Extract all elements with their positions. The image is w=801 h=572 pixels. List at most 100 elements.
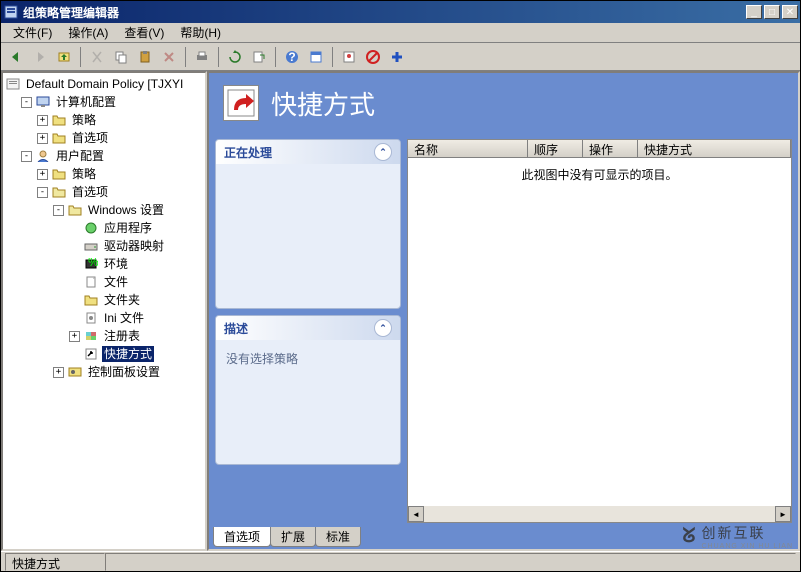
status-bar: 快捷方式 <box>1 551 800 571</box>
expander-icon[interactable]: - <box>21 151 32 162</box>
description-header[interactable]: 描述 ⌃ <box>216 316 400 340</box>
application-icon <box>83 221 99 235</box>
tree-policies[interactable]: +策略 <box>37 165 203 183</box>
status-spacer <box>105 553 796 571</box>
control-panel-icon <box>67 365 83 379</box>
file-icon <box>83 275 99 289</box>
refresh-button[interactable] <box>224 46 246 68</box>
processing-header[interactable]: 正在处理 ⌃ <box>216 140 400 164</box>
tree-ini-files[interactable]: Ini 文件 <box>69 309 203 327</box>
policy-icon <box>5 77 21 91</box>
minimize-button[interactable]: _ <box>746 5 762 19</box>
folder-icon <box>51 167 67 181</box>
maximize-button[interactable]: □ <box>764 5 780 19</box>
watermark-brand: 创新互联 <box>701 525 765 541</box>
tab-preferences[interactable]: 首选项 <box>213 527 271 547</box>
add-button[interactable] <box>386 46 408 68</box>
expander-icon[interactable]: + <box>37 115 48 126</box>
tree-root[interactable]: Default Domain Policy [TJXYI <box>5 75 203 93</box>
up-button[interactable] <box>53 46 75 68</box>
col-shortcut[interactable]: 快捷方式 <box>638 140 791 157</box>
folder-open-icon <box>51 185 67 199</box>
tree-registry[interactable]: +注册表 <box>69 327 203 345</box>
expander-icon[interactable]: + <box>53 367 64 378</box>
stop-button[interactable] <box>362 46 384 68</box>
processing-body <box>216 164 400 184</box>
copy-button[interactable] <box>110 46 132 68</box>
col-name[interactable]: 名称 <box>408 140 528 157</box>
tree-applications[interactable]: 应用程序 <box>69 219 203 237</box>
close-button[interactable]: ✕ <box>782 5 798 19</box>
scroll-track[interactable] <box>424 506 775 522</box>
toolbar-separator <box>332 47 333 67</box>
window-title: 组策略管理编辑器 <box>23 4 746 21</box>
watermark: ᘜ 创新互联 CHUANG XIN HU LIAN <box>683 523 793 550</box>
expander-icon[interactable]: - <box>21 97 32 108</box>
icon-button[interactable] <box>338 46 360 68</box>
toolbar-separator <box>185 47 186 67</box>
col-order[interactable]: 顺序 <box>528 140 583 157</box>
tree-panel[interactable]: Default Domain Policy [TJXYI - 计算机配置 +策略 <box>1 71 207 551</box>
watermark-logo-icon: ᘜ <box>683 525 696 548</box>
content-title: 快捷方式 <box>271 85 375 122</box>
description-body: 没有选择策略 <box>216 340 400 377</box>
menu-help[interactable]: 帮助(H) <box>172 22 229 43</box>
computer-icon <box>35 95 51 109</box>
description-card: 描述 ⌃ 没有选择策略 <box>215 315 401 465</box>
tree-preferences[interactable]: -首选项 <box>37 183 203 201</box>
empty-message: 此视图中没有可显示的项目。 <box>521 168 677 182</box>
tree-user-config[interactable]: - 用户配置 <box>21 147 203 165</box>
tree-control-panel[interactable]: +控制面板设置 <box>53 363 203 381</box>
status-text: 快捷方式 <box>5 553 105 571</box>
forward-button[interactable] <box>29 46 51 68</box>
list-header: 名称 顺序 操作 快捷方式 <box>408 140 791 158</box>
tree-shortcuts[interactable]: 快捷方式 <box>69 345 203 363</box>
col-action[interactable]: 操作 <box>583 140 638 157</box>
folder-icon <box>83 293 99 307</box>
cut-button[interactable] <box>86 46 108 68</box>
chevron-up-icon[interactable]: ⌃ <box>374 143 392 161</box>
paste-button[interactable] <box>134 46 156 68</box>
tree-files[interactable]: 文件 <box>69 273 203 291</box>
menu-action[interactable]: 操作(A) <box>60 22 116 43</box>
task-pane: 正在处理 ⌃ 描述 ⌃ 没有选择策略 <box>215 139 401 523</box>
user-icon <box>35 149 51 163</box>
menu-file[interactable]: 文件(F) <box>5 22 60 43</box>
expander-icon[interactable]: + <box>37 169 48 180</box>
tree-windows-settings[interactable]: -Windows 设置 <box>53 201 203 219</box>
content-header: 快捷方式 <box>209 73 798 133</box>
content-panel: 快捷方式 正在处理 ⌃ 描述 ⌃ <box>207 71 800 551</box>
menu-bar: 文件(F) 操作(A) 查看(V) 帮助(H) <box>1 23 800 43</box>
list-view[interactable]: 名称 顺序 操作 快捷方式 此视图中没有可显示的项目。 ◄ ► <box>407 139 792 523</box>
list-body[interactable]: 此视图中没有可显示的项目。 <box>408 158 791 506</box>
folder-icon <box>51 131 67 145</box>
tab-standard[interactable]: 标准 <box>315 527 361 547</box>
tab-extended[interactable]: 扩展 <box>270 527 316 547</box>
expander-icon[interactable]: + <box>37 133 48 144</box>
expander-icon[interactable]: - <box>37 187 48 198</box>
tree-folders[interactable]: 文件夹 <box>69 291 203 309</box>
tree-computer-config[interactable]: - 计算机配置 <box>21 93 203 111</box>
tree-preferences[interactable]: +首选项 <box>37 129 203 147</box>
tree-environment[interactable]: %环境 <box>69 255 203 273</box>
help-button[interactable]: ? <box>281 46 303 68</box>
horizontal-scrollbar[interactable]: ◄ ► <box>408 506 791 522</box>
scroll-left-button[interactable]: ◄ <box>408 506 424 522</box>
scroll-right-button[interactable]: ► <box>775 506 791 522</box>
expander-icon[interactable]: + <box>69 331 80 342</box>
main-area: Default Domain Policy [TJXYI - 计算机配置 +策略 <box>1 71 800 551</box>
processing-card: 正在处理 ⌃ <box>215 139 401 309</box>
tree-policies[interactable]: +策略 <box>37 111 203 129</box>
print-button[interactable] <box>191 46 213 68</box>
menu-view[interactable]: 查看(V) <box>116 22 172 43</box>
title-bar: 组策略管理编辑器 _ □ ✕ <box>1 1 800 23</box>
delete-button[interactable] <box>158 46 180 68</box>
tree-drive-maps[interactable]: 驱动器映射 <box>69 237 203 255</box>
export-button[interactable] <box>248 46 270 68</box>
toolbar-separator <box>218 47 219 67</box>
chevron-up-icon[interactable]: ⌃ <box>374 319 392 337</box>
properties-button[interactable] <box>305 46 327 68</box>
application-window: 组策略管理编辑器 _ □ ✕ 文件(F) 操作(A) 查看(V) 帮助(H) ? <box>0 0 801 572</box>
back-button[interactable] <box>5 46 27 68</box>
expander-icon[interactable]: - <box>53 205 64 216</box>
